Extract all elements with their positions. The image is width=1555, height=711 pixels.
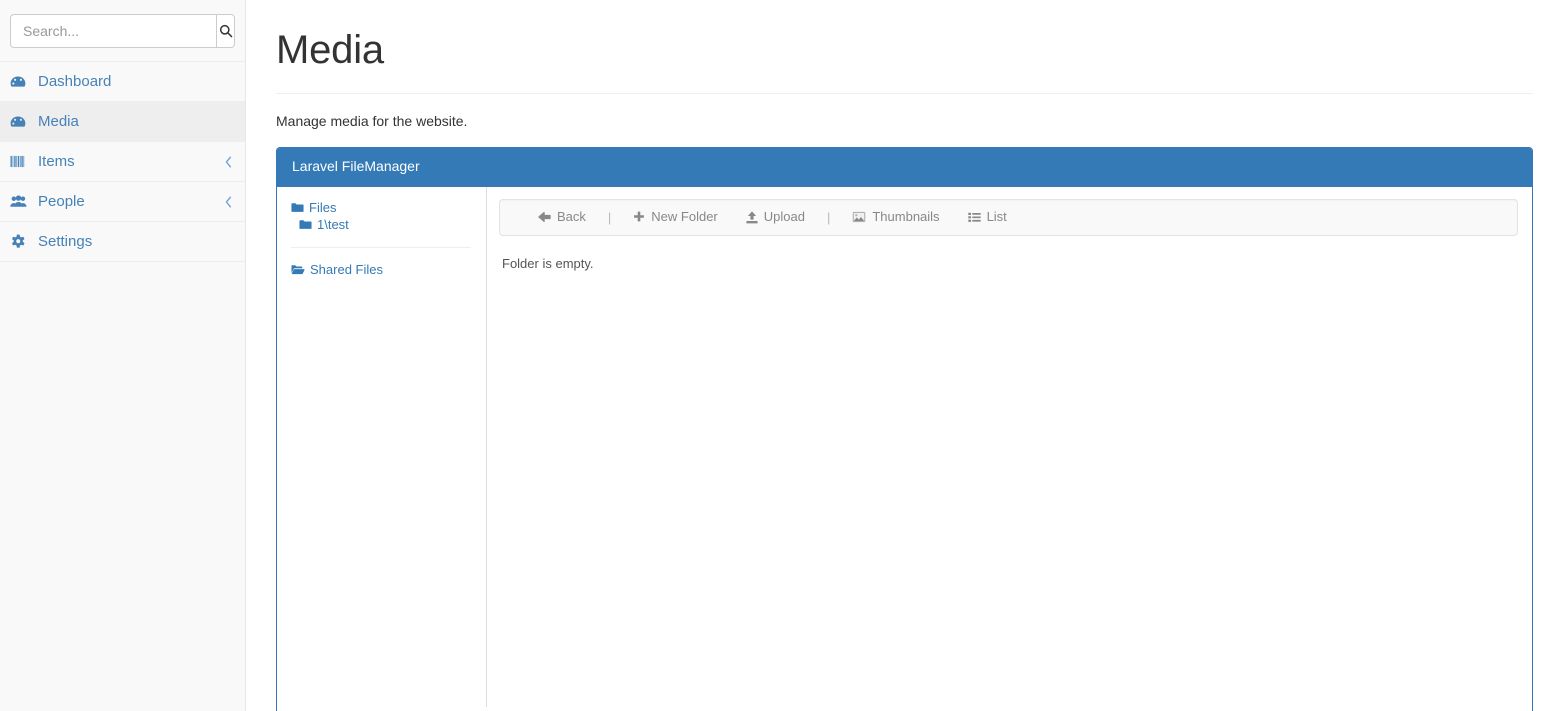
- sidebar-item-items[interactable]: Items: [0, 141, 245, 182]
- back-button-label: Back: [557, 209, 586, 225]
- page-description: Manage media for the website.: [276, 113, 468, 129]
- page-title: Media: [276, 28, 384, 72]
- gear-icon: [10, 234, 30, 249]
- sidebar-nav: Dashboard Media Items People Settings: [0, 61, 245, 262]
- image-icon: [852, 211, 866, 223]
- tree-item-label: 1\test: [317, 216, 349, 232]
- search-input-group: [10, 13, 235, 48]
- sidebar-item-media[interactable]: Media: [0, 101, 245, 142]
- upload-icon: [746, 210, 758, 224]
- sidebar-search: [0, 0, 245, 61]
- upload-button-label: Upload: [763, 209, 805, 225]
- sidebar-item-label: Dashboard: [38, 73, 112, 90]
- folder-icon: [291, 202, 304, 213]
- thumbnails-button[interactable]: Thumbnails: [838, 208, 953, 226]
- new-folder-button-label: New Folder: [651, 209, 718, 225]
- folder-open-icon: [291, 264, 305, 275]
- list-button-label: List: [986, 209, 1007, 225]
- sidebar-item-people[interactable]: People: [0, 181, 245, 222]
- tachometer-icon: [10, 115, 30, 129]
- upload-button[interactable]: Upload: [732, 208, 819, 226]
- folder-icon: [299, 219, 312, 230]
- new-folder-button[interactable]: New Folder: [619, 208, 731, 226]
- folder-tree-list: Files 1\test: [291, 200, 471, 233]
- toolbar-separator: |: [826, 209, 831, 225]
- title-divider: [276, 93, 1533, 94]
- search-input[interactable]: [10, 13, 216, 48]
- main-content: Media Manage media for the website. Lara…: [246, 0, 1555, 711]
- barcode-icon: [10, 155, 30, 168]
- tachometer-icon: [10, 75, 30, 89]
- filemanager-toolbar: Back | New Folder Upload | Thumbnails Li…: [499, 198, 1518, 236]
- chevron-left-icon: [225, 196, 232, 208]
- arrow-left-icon: [538, 211, 551, 223]
- back-button[interactable]: Back: [510, 208, 600, 226]
- search-button[interactable]: [216, 13, 235, 48]
- sidebar-item-label: Media: [38, 113, 79, 130]
- tree-item-shared-files[interactable]: Shared Files: [291, 262, 471, 278]
- sidebar-item-label: Items: [38, 153, 75, 170]
- toolbar-separator: |: [607, 209, 612, 225]
- file-content-area: Back | New Folder Upload | Thumbnails Li…: [487, 187, 1532, 707]
- folder-tree: Files 1\test Shared Files: [277, 186, 487, 707]
- chevron-left-icon: [225, 156, 232, 168]
- empty-folder-message: Folder is empty.: [502, 255, 594, 271]
- filemanager-panel: Laravel FileManager Files 1\test Shared …: [276, 147, 1533, 711]
- panel-heading: Laravel FileManager: [277, 148, 1532, 187]
- tree-item-files[interactable]: Files: [291, 200, 471, 216]
- sidebar-item-settings[interactable]: Settings: [0, 221, 245, 262]
- sidebar-item-label: People: [38, 193, 85, 210]
- panel-body: Files 1\test Shared Files Back | New Fol…: [277, 186, 1532, 707]
- sidebar: Dashboard Media: [0, 0, 246, 711]
- list-button[interactable]: List: [954, 208, 1021, 226]
- tree-item-1-test[interactable]: 1\test: [291, 217, 471, 233]
- tree-divider: [291, 246, 471, 248]
- list-icon: [967, 212, 981, 223]
- thumbnails-button-label: Thumbnails: [872, 209, 940, 225]
- sidebar-item-label: Settings: [38, 233, 93, 250]
- tree-item-label: Files: [309, 199, 337, 215]
- search-icon: [219, 24, 233, 38]
- users-icon: [10, 195, 30, 208]
- tree-item-label: Shared Files: [310, 261, 383, 277]
- app-root: Dashboard Media: [0, 0, 1555, 711]
- sidebar-item-dashboard[interactable]: Dashboard: [0, 61, 245, 102]
- plus-icon: [633, 211, 645, 223]
